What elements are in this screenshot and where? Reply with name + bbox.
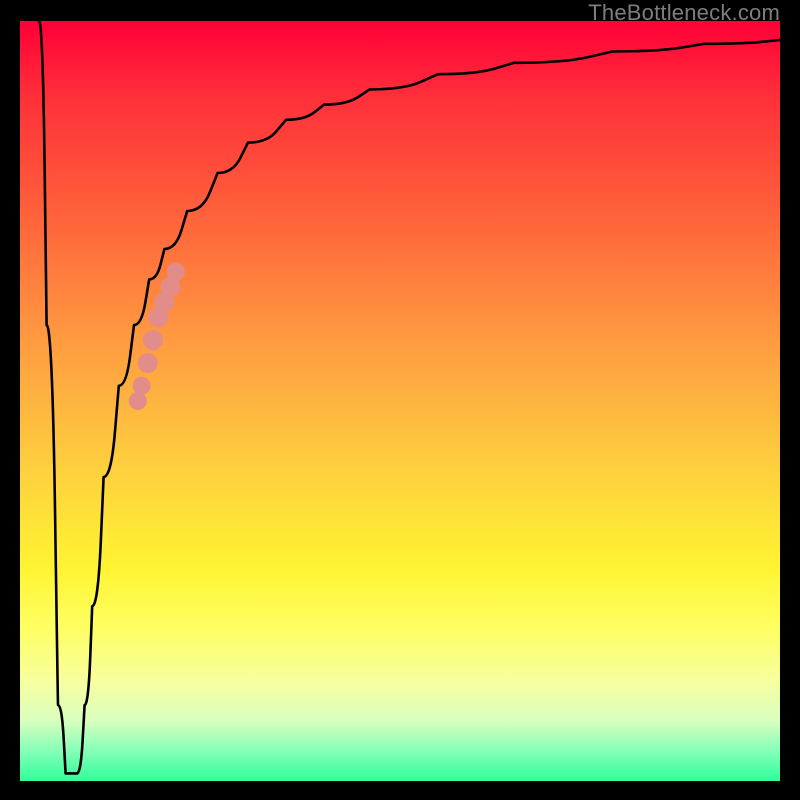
plot-area: [20, 21, 780, 781]
curve-svg: [20, 21, 780, 781]
highlight-dot: [138, 353, 158, 373]
bottleneck-curve: [39, 21, 780, 773]
marker-group: [129, 263, 185, 410]
highlight-dot: [133, 377, 151, 395]
highlight-dot: [129, 392, 147, 410]
highlight-dot: [167, 263, 185, 281]
highlight-dot: [143, 330, 163, 350]
chart-stage: TheBottleneck.com: [0, 0, 800, 800]
